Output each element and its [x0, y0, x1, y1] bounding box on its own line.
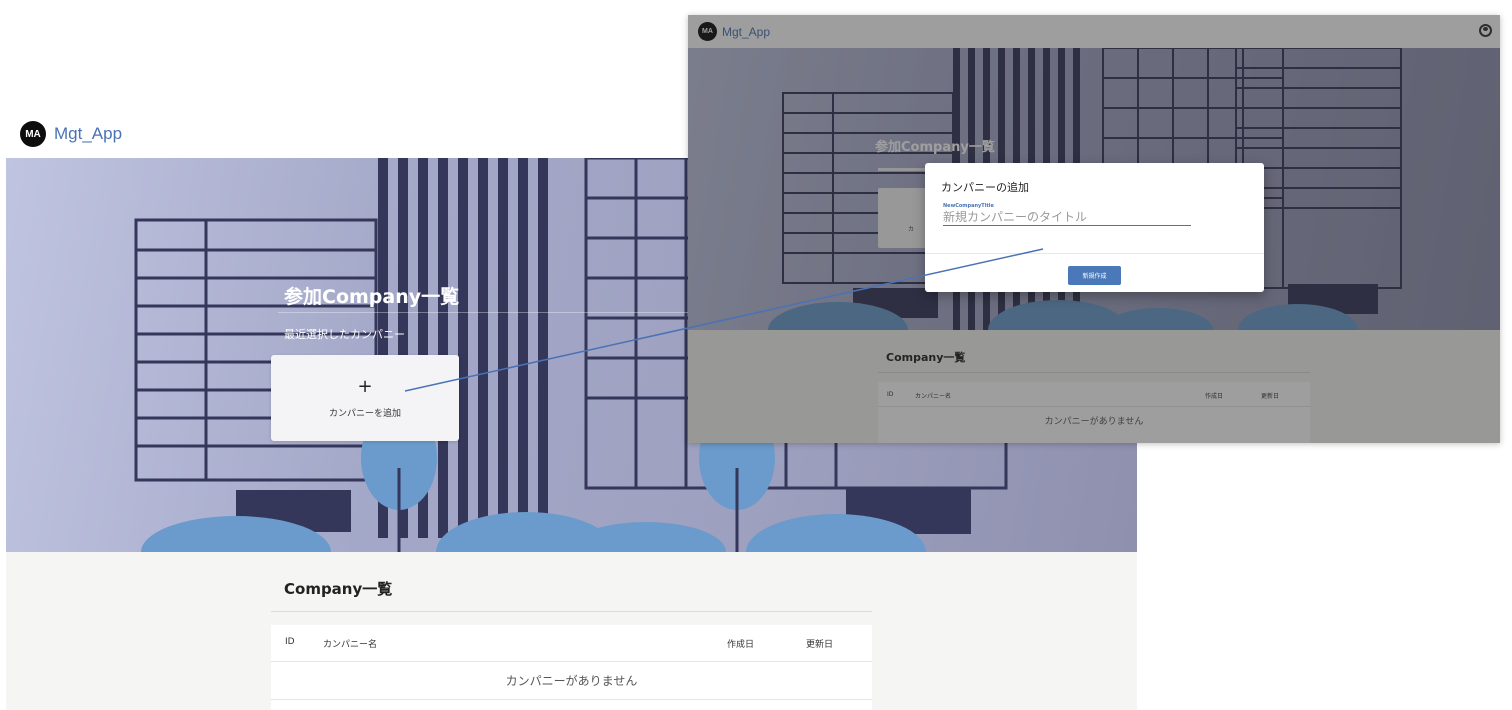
hero-title: 参加Company一覧 — [284, 286, 460, 308]
add-company-dialog: カンパニーの追加 NewCompanyTitle 新規作成 — [925, 163, 1264, 292]
column-created[interactable]: 作成日 — [727, 637, 754, 650]
company-list-section: Company一覧 ID カンパニー名 作成日 更新日 カンパニーがありません — [6, 552, 1137, 710]
app-brand-name: Mgt_App — [54, 124, 123, 143]
hero-divider — [278, 312, 708, 313]
column-updated[interactable]: 更新日 — [806, 637, 833, 650]
company-table-header: ID カンパニー名 作成日 更新日 — [271, 625, 872, 662]
plus-icon: + — [357, 375, 373, 397]
company-title-input[interactable] — [943, 208, 1191, 226]
company-list-divider — [271, 611, 872, 612]
company-table: ID カンパニー名 作成日 更新日 カンパニーがありません — [271, 625, 872, 710]
app-logo[interactable]: MA Mgt_App — [20, 121, 122, 147]
dialog-divider — [925, 253, 1264, 254]
app-avatar: MA — [20, 121, 46, 147]
modal-screen: MA Mgt_App 参加Company一覧 カ Company一覧 ID カン… — [688, 15, 1500, 443]
column-company-name[interactable]: カンパニー名 — [323, 637, 377, 650]
column-id[interactable]: ID — [285, 637, 295, 647]
empty-table-message: カンパニーがありません — [271, 662, 872, 700]
add-company-card[interactable]: + カンパニーを追加 — [271, 355, 459, 441]
create-company-button[interactable]: 新規作成 — [1068, 266, 1121, 285]
dialog-title: カンパニーの追加 — [941, 181, 1029, 194]
add-company-label: カンパニーを追加 — [328, 408, 401, 419]
company-list-title: Company一覧 — [284, 580, 393, 598]
hero-subtitle: 最近選択したカンパニー — [284, 328, 405, 341]
